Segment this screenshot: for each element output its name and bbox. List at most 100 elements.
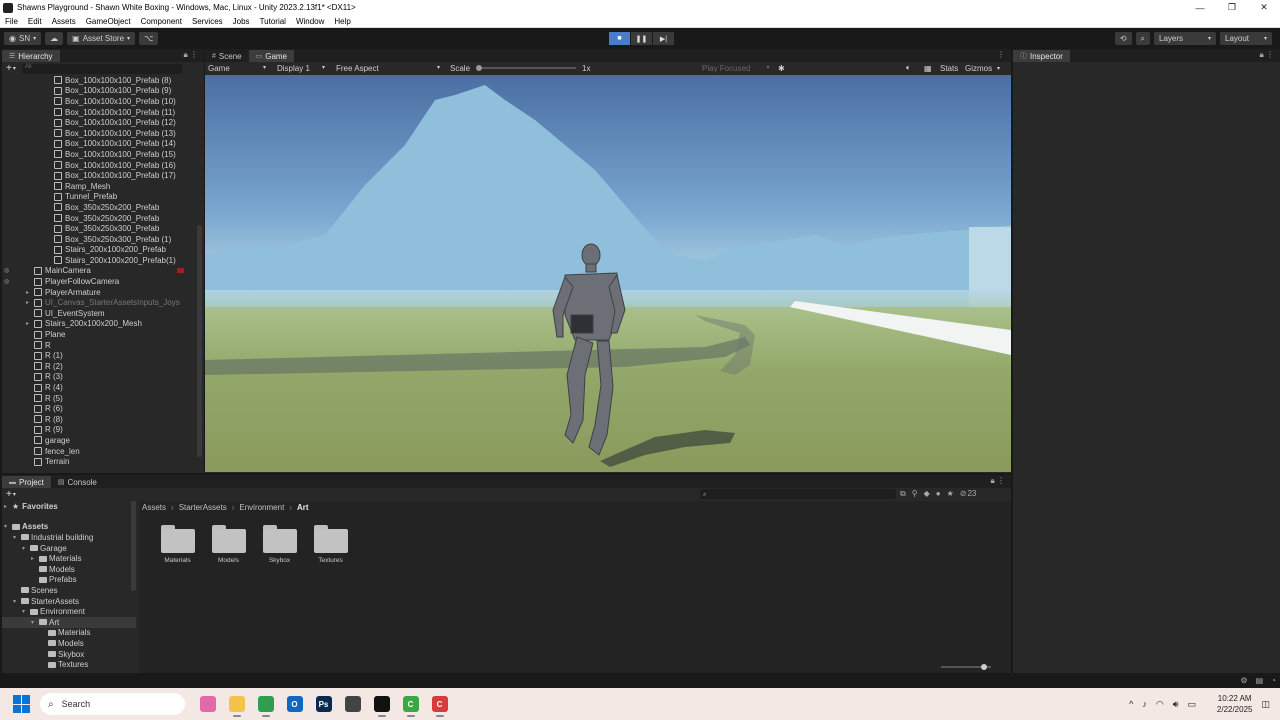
pause-button[interactable]: ❚❚ bbox=[631, 32, 652, 45]
minimize-button[interactable]: — bbox=[1184, 0, 1216, 15]
visibility-icon[interactable]: ◎ bbox=[4, 267, 9, 274]
unity-icon[interactable] bbox=[373, 696, 390, 717]
hierarchy-item[interactable]: R (4) bbox=[2, 382, 196, 393]
folder-tree-item[interactable]: Skybox bbox=[2, 649, 136, 660]
asset-folder[interactable]: Models bbox=[203, 525, 254, 564]
menu-edit[interactable]: Edit bbox=[23, 17, 47, 26]
hierarchy-item[interactable]: Box_350x250x300_Prefab bbox=[2, 223, 196, 234]
hierarchy-item[interactable]: Box_100x100x100_Prefab (13) bbox=[2, 128, 196, 139]
folder-tree-item[interactable]: ▾ Industrial building bbox=[2, 532, 136, 543]
outlook-icon[interactable]: O bbox=[286, 696, 303, 712]
folder-tree-item[interactable]: Scenes bbox=[2, 585, 136, 596]
cloud-button[interactable]: ☁ bbox=[45, 32, 64, 45]
stats-button[interactable]: Stats bbox=[940, 64, 958, 73]
stats-grid-icon[interactable]: ▦ bbox=[924, 64, 932, 73]
asset-folder[interactable]: Skybox bbox=[254, 525, 305, 564]
tab-scene[interactable]: # Scene bbox=[205, 50, 249, 62]
clock[interactable]: 10:22 AM 2/22/2025 bbox=[1208, 693, 1253, 715]
hierarchy-item[interactable]: Box_100x100x100_Prefab (10) bbox=[2, 96, 196, 107]
folder-tree-item[interactable]: ▾ Garage bbox=[2, 543, 136, 554]
taskbar-search[interactable]: ⌕ Search bbox=[40, 693, 185, 715]
more-icon[interactable]: ⋮ bbox=[997, 50, 1005, 59]
hierarchy-item[interactable]: Stairs_200x100x200_Prefab(1) bbox=[2, 255, 196, 266]
expand-arrow-icon[interactable]: ▾ bbox=[13, 598, 21, 605]
menu-component[interactable]: Component bbox=[136, 17, 187, 26]
tab-console[interactable]: ▤ Console bbox=[50, 476, 104, 488]
hierarchy-search-input[interactable]: All bbox=[21, 63, 182, 74]
display-dropdown[interactable]: Display 1 ▾ bbox=[277, 64, 325, 73]
folder-tree-item[interactable]: ▾ Assets bbox=[2, 522, 136, 533]
expand-arrow-icon[interactable]: ▾ bbox=[22, 608, 30, 615]
history-button[interactable]: ⟲ bbox=[1114, 32, 1132, 45]
scale-slider[interactable] bbox=[476, 65, 577, 71]
hierarchy-item[interactable]: R (6) bbox=[2, 403, 196, 414]
hierarchy-item[interactable]: Terrain bbox=[2, 456, 196, 467]
cache-icon[interactable]: ▤ bbox=[1256, 676, 1264, 685]
layout-dropdown[interactable]: Layout ▾ bbox=[1220, 32, 1272, 45]
menu-help[interactable]: Help bbox=[329, 17, 355, 26]
battery-icon[interactable]: ▭ bbox=[1187, 699, 1196, 710]
folder-tree-item[interactable]: ▸ ★ Favorites bbox=[2, 501, 136, 512]
breadcrumb-item[interactable]: Assets bbox=[142, 503, 166, 512]
hierarchy-item[interactable]: Box_100x100x100_Prefab (15) bbox=[2, 149, 196, 160]
hierarchy-item[interactable]: Tunnel_Prefab bbox=[2, 192, 196, 203]
volume-icon[interactable]: 🔊︎ bbox=[1173, 699, 1179, 710]
menu-jobs[interactable]: Jobs bbox=[228, 17, 255, 26]
wifi-icon[interactable]: ◠ bbox=[1156, 699, 1164, 710]
camtasia-recorder-icon[interactable]: C bbox=[431, 696, 448, 717]
expand-arrow-icon[interactable]: ▸ bbox=[26, 299, 34, 306]
hierarchy-item[interactable]: R bbox=[2, 340, 196, 351]
menu-window[interactable]: Window bbox=[291, 17, 329, 26]
asset-folder[interactable]: Materials bbox=[152, 525, 203, 564]
folder-tree-item[interactable]: ▾ StarterAssets bbox=[2, 596, 136, 607]
windows-start-icon[interactable] bbox=[13, 695, 31, 713]
breadcrumb-item[interactable]: StarterAssets bbox=[179, 503, 227, 512]
maximize-button[interactable]: ❐ bbox=[1216, 0, 1248, 15]
folder-tree-item[interactable]: Materials bbox=[2, 628, 136, 639]
chevron-down-icon[interactable]: ▾ bbox=[13, 491, 16, 498]
hierarchy-item[interactable]: R (5) bbox=[2, 393, 196, 404]
gizmos-button[interactable]: Gizmos bbox=[965, 64, 992, 73]
breadcrumb-item[interactable]: Environment bbox=[239, 503, 284, 512]
star-icon[interactable]: ★ bbox=[947, 489, 954, 499]
folder-tree-item[interactable]: Prefabs bbox=[2, 575, 136, 586]
notification-icon[interactable]: ◫ bbox=[1261, 699, 1270, 710]
chevron-down-icon[interactable]: ▾ bbox=[997, 65, 1000, 72]
hierarchy-item[interactable]: R (1) bbox=[2, 350, 196, 361]
folder-tree-item[interactable]: Models bbox=[2, 638, 136, 649]
expand-arrow-icon[interactable]: ▸ bbox=[26, 289, 34, 296]
project-tree-scrollbar[interactable] bbox=[131, 501, 136, 591]
lock-icon[interactable]: 🔒︎ ⋮ bbox=[1260, 50, 1274, 60]
hierarchy-item[interactable]: garage bbox=[2, 435, 196, 446]
hierarchy-item[interactable]: Box_350x250x200_Prefab bbox=[2, 202, 196, 213]
tab-inspector[interactable]: ⓘ Inspector bbox=[1013, 50, 1070, 62]
menu-services[interactable]: Services bbox=[187, 17, 228, 26]
add-icon[interactable]: + bbox=[6, 489, 12, 500]
chevron-down-icon[interactable]: ▾ bbox=[13, 65, 16, 72]
breadcrumb-item[interactable]: Art bbox=[297, 503, 309, 512]
hierarchy-item[interactable]: ▸ PlayerArmature bbox=[2, 287, 196, 298]
info-icon[interactable]: ● bbox=[936, 489, 941, 499]
hierarchy-item[interactable]: ◎ PlayerFollowCamera bbox=[2, 276, 196, 287]
version-control-button[interactable]: ⌥ bbox=[139, 32, 159, 45]
expand-arrow-icon[interactable]: ▾ bbox=[4, 523, 12, 530]
asset-folder[interactable]: Textures bbox=[305, 525, 356, 564]
hierarchy-item[interactable]: Box_100x100x100_Prefab (14) bbox=[2, 139, 196, 150]
expand-arrow-icon[interactable]: ▸ bbox=[31, 555, 39, 562]
hierarchy-item[interactable]: Box_350x250x200_Prefab bbox=[2, 213, 196, 224]
menu-gameobject[interactable]: GameObject bbox=[81, 17, 136, 26]
expand-arrow-icon[interactable]: ▾ bbox=[22, 545, 30, 552]
hierarchy-item[interactable]: R (3) bbox=[2, 372, 196, 383]
menu-tutorial[interactable]: Tutorial bbox=[255, 17, 291, 26]
icon-size-slider-knob[interactable] bbox=[981, 664, 987, 670]
step-button[interactable]: ▶| bbox=[653, 32, 674, 45]
search-by-type-icon[interactable]: ⧉ bbox=[900, 489, 906, 499]
expand-arrow-icon[interactable]: ▾ bbox=[31, 619, 39, 626]
game-mode-dropdown[interactable]: Game ▾ bbox=[208, 64, 266, 73]
expand-arrow-icon[interactable]: ▾ bbox=[13, 534, 21, 541]
game-viewport[interactable] bbox=[205, 75, 1011, 472]
folder-tree-item[interactable]: Textures bbox=[2, 659, 136, 670]
hierarchy-item[interactable]: Stairs_200x100x200_Prefab bbox=[2, 245, 196, 256]
hierarchy-item[interactable]: Box_100x100x100_Prefab (8) bbox=[2, 75, 196, 86]
widgets-icon[interactable] bbox=[199, 696, 216, 712]
